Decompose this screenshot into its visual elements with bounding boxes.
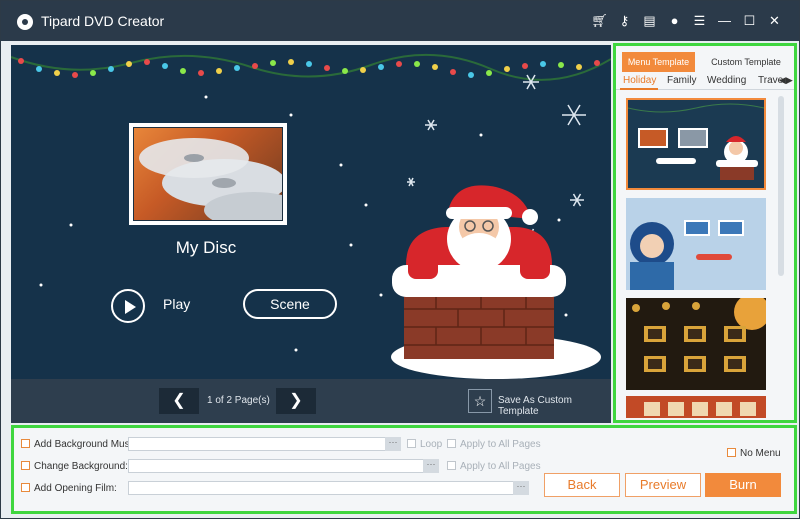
- cart-icon[interactable]: 🛒︎: [589, 11, 610, 31]
- apply-music-all-pages-label: Apply to All Pages: [460, 439, 541, 450]
- background-music-field[interactable]: [128, 437, 386, 451]
- save-icon[interactable]: ▤: [639, 11, 660, 31]
- add-background-music-label: Add Background Music:: [34, 439, 140, 450]
- halloween-template-preview: [632, 298, 766, 372]
- loop-checkbox[interactable]: [407, 439, 416, 448]
- category-wedding[interactable]: Wedding: [707, 75, 746, 86]
- save-custom-template-label[interactable]: Save As Custom Template: [498, 395, 611, 417]
- add-opening-film-checkbox[interactable]: [21, 483, 30, 492]
- disc-thumbnail-frame[interactable]: [129, 123, 287, 225]
- add-opening-film-option[interactable]: Add Opening Film:: [21, 483, 117, 494]
- browse-opening-film-button[interactable]: ···: [513, 481, 529, 495]
- app-window: Tipard DVD Creator 🛒︎ ⚷ ▤ ● ☰ — ☐ ✕ My D…: [0, 0, 800, 519]
- category-holiday[interactable]: Holiday: [623, 75, 656, 86]
- save-custom-template-button[interactable]: ☆: [468, 389, 492, 413]
- title-bar-controls: 🛒︎ ⚷ ▤ ● ☰ — ☐ ✕: [589, 11, 785, 31]
- category-scroll-arrows-icon[interactable]: ◀▶: [779, 75, 793, 86]
- menu-preview-canvas: My Disc Play Scene: [11, 45, 611, 379]
- add-background-music-option[interactable]: Add Background Music:: [21, 439, 140, 450]
- dvd-discs-picture: [139, 138, 282, 220]
- background-image-field[interactable]: [128, 459, 424, 473]
- next-page-button[interactable]: ❯: [276, 388, 316, 414]
- template-thumbnail-halloween[interactable]: [626, 298, 766, 390]
- change-background-label: Change Background:: [34, 461, 128, 472]
- app-title: Tipard DVD Creator: [41, 13, 165, 29]
- app-logo-icon: [17, 14, 33, 30]
- browse-background-button[interactable]: ···: [423, 459, 439, 473]
- no-menu-label: No Menu: [740, 448, 781, 459]
- no-menu-option[interactable]: No Menu: [727, 448, 781, 459]
- winter-template-preview: [630, 220, 744, 290]
- burn-button[interactable]: Burn: [705, 473, 781, 497]
- christmas-template-preview: [628, 103, 764, 180]
- template-thumbnail-partial[interactable]: [626, 396, 766, 418]
- minimize-icon[interactable]: —: [714, 11, 735, 31]
- add-opening-film-label: Add Opening Film:: [34, 483, 117, 494]
- apply-background-all-pages-option[interactable]: Apply to All Pages: [447, 461, 541, 472]
- no-menu-checkbox[interactable]: [727, 448, 736, 457]
- play-button[interactable]: [111, 289, 145, 323]
- chat-icon[interactable]: ●: [664, 11, 685, 31]
- preview-button[interactable]: Preview: [625, 473, 701, 497]
- tab-menu-template[interactable]: Menu Template: [622, 52, 695, 72]
- change-background-option[interactable]: Change Background:: [21, 461, 128, 472]
- add-background-music-checkbox[interactable]: [21, 439, 30, 448]
- loop-option[interactable]: Loop: [407, 439, 442, 450]
- template-thumbnail-christmas[interactable]: [626, 98, 766, 190]
- category-family[interactable]: Family: [667, 75, 696, 86]
- chevron-left-icon: ❮: [172, 392, 186, 409]
- previous-page-button[interactable]: ❮: [159, 388, 199, 414]
- back-button[interactable]: Back: [544, 473, 620, 497]
- play-label[interactable]: Play: [163, 296, 190, 312]
- star-icon: ☆: [473, 393, 487, 409]
- scene-button[interactable]: Scene: [243, 289, 337, 319]
- santa-chimney-illustration: [391, 185, 601, 379]
- loop-label: Loop: [420, 439, 443, 450]
- template-thumbnail-winter[interactable]: [626, 198, 766, 290]
- tab-custom-template[interactable]: Custom Template: [710, 52, 782, 72]
- chevron-right-icon: ❯: [289, 392, 303, 409]
- options-panel: Add Background Music: ··· Loop Apply to …: [11, 425, 797, 514]
- apply-music-all-pages-checkbox[interactable]: [447, 439, 456, 448]
- opening-film-field[interactable]: [128, 481, 514, 495]
- key-icon[interactable]: ⚷: [614, 11, 635, 31]
- disc-thumbnail-image: [133, 127, 283, 221]
- title-bar: Tipard DVD Creator 🛒︎ ⚷ ▤ ● ☰ — ☐ ✕: [1, 1, 799, 41]
- apply-background-all-pages-checkbox[interactable]: [447, 461, 456, 470]
- disc-title[interactable]: My Disc: [131, 238, 281, 258]
- maximize-icon[interactable]: ☐: [739, 11, 760, 31]
- page-indicator: 1 of 2 Page(s): [207, 395, 270, 406]
- apply-background-all-pages-label: Apply to All Pages: [460, 461, 541, 472]
- page-navigation-bar: ❮ 1 of 2 Page(s) ❯ ☆ Save As Custom Temp…: [11, 379, 611, 423]
- template-categories: Holiday Family Wedding Trave ◀▶: [616, 74, 794, 90]
- apply-music-all-pages-option[interactable]: Apply to All Pages: [447, 439, 541, 450]
- browse-music-button[interactable]: ···: [385, 437, 401, 451]
- template-scrollbar[interactable]: [778, 96, 784, 276]
- close-icon[interactable]: ✕: [764, 11, 785, 31]
- template-panel: Menu Template Custom Template Holiday Fa…: [613, 43, 797, 423]
- menu-icon[interactable]: ☰: [689, 11, 710, 31]
- change-background-checkbox[interactable]: [21, 461, 30, 470]
- template-tabs: Menu Template Custom Template: [616, 52, 794, 72]
- category-active-indicator: [620, 88, 658, 90]
- partial-template-preview: [644, 402, 756, 416]
